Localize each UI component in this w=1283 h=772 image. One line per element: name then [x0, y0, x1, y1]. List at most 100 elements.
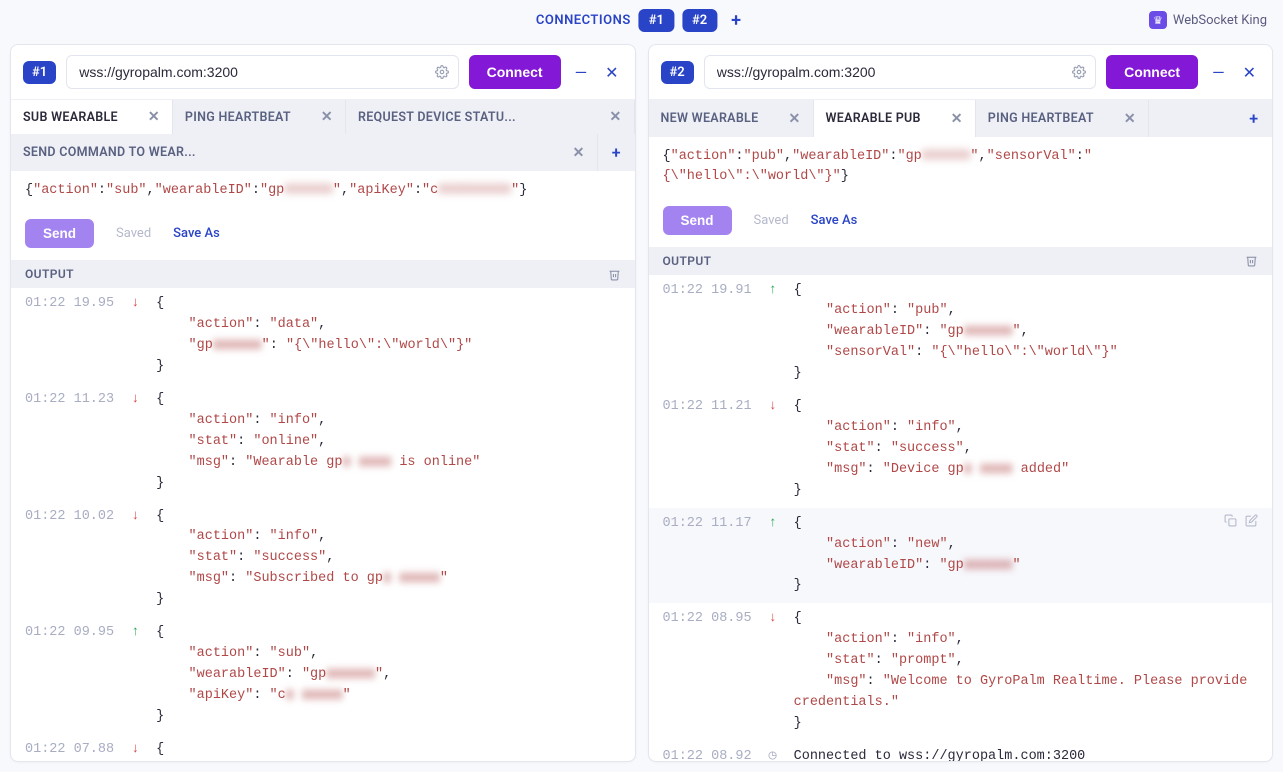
save-as-link[interactable]: Save As	[173, 226, 220, 241]
gear-icon[interactable]	[435, 65, 449, 79]
payload-editor[interactable]: {"action":"sub","wearableID":"gpXXXXXX",…	[11, 171, 635, 211]
connect-button[interactable]: Connect	[469, 55, 561, 89]
top-bar: CONNECTIONS #1 #2 + ♛ WebSocket King	[0, 0, 1283, 40]
url-input-wrap	[66, 55, 458, 89]
log-entry[interactable]: 01:22 08.95↓{ "action": "info", "stat": …	[649, 603, 1273, 741]
close-icon[interactable]: ✕	[148, 109, 160, 125]
connection-panel-1: #1 Connect — ✕ SUB WEARABLE ✕ PING HEART…	[10, 44, 636, 762]
editor-actions: Send Saved Save As	[649, 198, 1273, 247]
log-entry[interactable]: 01:22 11.21↓{ "action": "info", "stat": …	[649, 391, 1273, 508]
log-entry[interactable]: 01:22 19.91↑{ "action": "pub", "wearable…	[649, 275, 1273, 392]
close-icon[interactable]: ✕	[1124, 111, 1136, 127]
tab-sub-wearable[interactable]: SUB WEARABLE ✕	[11, 100, 173, 134]
tab-send-command[interactable]: SEND COMMAND TO WEAR... ✕	[11, 134, 598, 171]
output-log[interactable]: 01:22 19.91↑{ "action": "pub", "wearable…	[649, 275, 1273, 762]
log-body: { "action": "info", "stat": "success", "…	[156, 507, 620, 612]
arrow-down-icon: ↓	[766, 397, 780, 502]
connect-button[interactable]: Connect	[1106, 55, 1198, 89]
close-icon[interactable]: ✕	[951, 111, 963, 127]
arrow-up-icon: ↑	[766, 514, 780, 598]
close-icon[interactable]: ✕	[1239, 63, 1260, 82]
close-icon[interactable]: ✕	[601, 63, 622, 82]
url-input-wrap	[704, 55, 1096, 89]
url-input[interactable]	[66, 55, 458, 89]
output-label: OUTPUT	[25, 267, 74, 281]
arrow-down-icon: ↓	[128, 507, 142, 612]
gear-icon[interactable]	[1072, 65, 1086, 79]
tab-ping-heartbeat[interactable]: PING HEARTBEAT ✕	[976, 100, 1149, 137]
crown-icon: ♛	[1149, 11, 1167, 29]
trash-icon[interactable]	[1245, 254, 1258, 267]
connection-pill-1[interactable]: #1	[639, 9, 674, 32]
log-timestamp: 01:22 10.02	[25, 507, 114, 612]
connection-pill-2[interactable]: #2	[682, 9, 717, 32]
payload-tabs-row-2: SEND COMMAND TO WEAR... ✕ +	[11, 134, 635, 171]
output-log[interactable]: 01:22 19.95↓{ "action": "data", "gp▮▮▮▮▮…	[11, 288, 635, 761]
tab-label: REQUEST DEVICE STATU...	[358, 110, 600, 125]
log-body: { "action": "info",	[156, 740, 620, 761]
output-header: OUTPUT	[649, 247, 1273, 275]
tab-label: PING HEARTBEAT	[185, 110, 291, 125]
log-entry[interactable]: 01:22 11.23↓{ "action": "info", "stat": …	[11, 384, 635, 501]
saved-label: Saved	[754, 213, 789, 228]
connections-label: CONNECTIONS	[536, 13, 631, 28]
close-icon[interactable]: ✕	[573, 145, 585, 161]
log-timestamp: 01:22 11.23	[25, 390, 114, 495]
url-input[interactable]	[704, 55, 1096, 89]
saved-label: Saved	[116, 226, 151, 241]
close-icon[interactable]: ✕	[609, 109, 621, 125]
tab-label: WEARABLE PUB	[826, 111, 921, 126]
log-timestamp: 01:22 19.91	[663, 281, 752, 386]
close-icon[interactable]: ✕	[321, 109, 333, 125]
arrow-up-icon: ↑	[766, 281, 780, 386]
log-body: Connected to wss://gyropalm.com:3200	[794, 747, 1258, 761]
payload-tabs-row-1: SUB WEARABLE ✕ PING HEARTBEAT ✕ REQUEST …	[11, 100, 635, 134]
arrow-down-icon: ↓	[128, 294, 142, 378]
log-entry[interactable]: 01:22 08.92 ◷ Connected to wss://gyropalm.…	[649, 741, 1273, 761]
add-connection-button[interactable]: +	[725, 10, 747, 31]
log-body: { "action": "info", "stat": "prompt", "m…	[794, 609, 1258, 735]
save-as-link[interactable]: Save As	[811, 213, 858, 228]
panel-header: #2 Connect — ✕	[649, 45, 1273, 100]
log-entry[interactable]: 01:22 11.17↑{ "action": "new", "wearable…	[649, 508, 1273, 604]
tab-request-device-status[interactable]: REQUEST DEVICE STATU... ✕	[346, 100, 635, 134]
connections-switcher: CONNECTIONS #1 #2 +	[536, 9, 747, 32]
log-timestamp: 01:22 11.17	[663, 514, 752, 598]
output-header: OUTPUT	[11, 260, 635, 288]
send-button[interactable]: Send	[663, 206, 732, 235]
send-button[interactable]: Send	[25, 219, 94, 248]
log-body: { "action": "sub", "wearableID": "gp▮▮▮▮…	[156, 623, 620, 728]
trash-icon[interactable]	[608, 268, 621, 281]
log-body: { "action": "data", "gp▮▮▮▮▮▮": "{\"hell…	[156, 294, 620, 378]
clock-icon: ◷	[766, 747, 780, 761]
brand: ♛ WebSocket King	[1149, 11, 1267, 29]
brand-name: WebSocket King	[1173, 13, 1267, 28]
copy-icon[interactable]	[1224, 514, 1237, 527]
log-entry[interactable]: 01:22 19.95↓{ "action": "data", "gp▮▮▮▮▮…	[11, 288, 635, 384]
tab-wearable-pub[interactable]: WEARABLE PUB ✕	[814, 100, 976, 137]
tab-ping-heartbeat[interactable]: PING HEARTBEAT ✕	[173, 100, 346, 134]
add-tab-button[interactable]: +	[1235, 100, 1272, 137]
edit-icon[interactable]	[1245, 514, 1258, 527]
tab-new-wearable[interactable]: NEW WEARABLE ✕	[649, 100, 814, 137]
payload-tabs-row: NEW WEARABLE ✕ WEARABLE PUB ✕ PING HEART…	[649, 100, 1273, 137]
log-body: { "action": "pub", "wearableID": "gp▮▮▮▮…	[794, 281, 1258, 386]
payload-editor[interactable]: {"action":"pub","wearableID":"gpXXXXXX",…	[649, 137, 1273, 198]
add-tab-button[interactable]: +	[598, 134, 635, 171]
log-entry[interactable]: 01:22 09.95↑{ "action": "sub", "wearable…	[11, 617, 635, 734]
tab-label: NEW WEARABLE	[661, 111, 759, 126]
connection-badge[interactable]: #1	[23, 61, 56, 84]
output-label: OUTPUT	[663, 254, 712, 268]
tab-label: PING HEARTBEAT	[988, 111, 1094, 126]
log-timestamp: 01:22 08.92	[663, 747, 752, 761]
arrow-up-icon: ↑	[128, 623, 142, 728]
editor-actions: Send Saved Save As	[11, 211, 635, 260]
log-entry[interactable]: 01:22 10.02↓{ "action": "info", "stat": …	[11, 501, 635, 618]
log-timestamp: 01:22 11.21	[663, 397, 752, 502]
connection-badge[interactable]: #2	[661, 61, 694, 84]
log-entry[interactable]: 01:22 07.88↓{ "action": "info",	[11, 734, 635, 761]
log-timestamp: 01:22 07.88	[25, 740, 114, 761]
minimize-icon[interactable]: —	[571, 63, 592, 82]
close-icon[interactable]: ✕	[788, 111, 800, 127]
minimize-icon[interactable]: —	[1208, 63, 1229, 82]
